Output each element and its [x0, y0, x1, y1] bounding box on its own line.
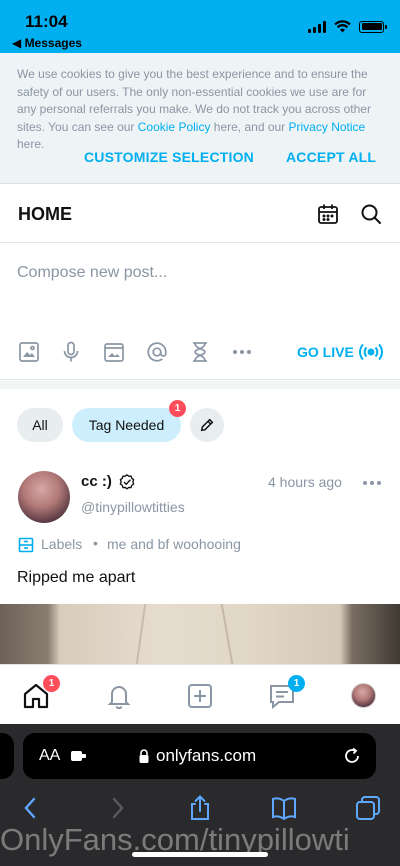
- tabs-icon[interactable]: [354, 794, 382, 822]
- search-icon[interactable]: [359, 202, 383, 226]
- cookie-text: We use cookies to give you the best expe…: [17, 67, 371, 151]
- hourglass-icon[interactable]: [188, 340, 212, 364]
- battery-icon: [359, 20, 387, 33]
- calendar-icon[interactable]: [316, 202, 340, 226]
- filter-chip-tag-needed[interactable]: Tag Needed: [72, 408, 181, 442]
- add-post-icon[interactable]: [185, 681, 215, 711]
- address-bar[interactable]: AA onlyfans.com: [23, 733, 376, 779]
- back-icon[interactable]: [17, 794, 45, 822]
- wifi-icon: [334, 20, 351, 33]
- home-badge: 1: [43, 675, 60, 692]
- customize-selection-button[interactable]: CUSTOMIZE SELECTION: [84, 149, 254, 165]
- accept-all-button[interactable]: ACCEPT ALL: [286, 149, 376, 165]
- vault-icon[interactable]: [102, 340, 126, 364]
- cellular-signal-icon: [308, 20, 326, 33]
- labels-icon: [18, 537, 34, 553]
- home-indicator: [132, 852, 268, 857]
- profile-avatar[interactable]: [351, 683, 376, 708]
- more-horizontal-icon[interactable]: [230, 340, 254, 364]
- live-broadcast-icon[interactable]: [358, 340, 384, 364]
- post-text: Ripped me apart: [17, 569, 136, 586]
- compose-input[interactable]: Compose new post...: [17, 264, 167, 282]
- post-more-icon[interactable]: [362, 477, 382, 489]
- verified-icon: [119, 474, 135, 490]
- forward-icon[interactable]: [103, 794, 131, 822]
- post-labels-title[interactable]: Labels: [41, 536, 82, 552]
- post-media-image[interactable]: [0, 604, 400, 664]
- notifications-icon[interactable]: [104, 681, 134, 711]
- post-author-handle[interactable]: @tinypillowtitties: [81, 499, 185, 515]
- post-author-name[interactable]: cc :): [81, 473, 112, 490]
- post-time: 4 hours ago: [268, 474, 342, 490]
- bookmarks-icon[interactable]: [270, 794, 298, 822]
- status-time: 11:04: [25, 12, 68, 31]
- filter-chip-all[interactable]: All: [17, 408, 63, 442]
- edit-filters-button[interactable]: [190, 408, 224, 442]
- previous-tab-bar[interactable]: [0, 733, 14, 779]
- image-icon[interactable]: [17, 340, 41, 364]
- reload-icon[interactable]: [342, 746, 362, 766]
- mention-icon[interactable]: [145, 340, 169, 364]
- status-bar: 11:04 ◀ Messages: [0, 0, 400, 53]
- post-author-avatar[interactable]: [18, 471, 70, 523]
- microphone-icon[interactable]: [59, 340, 83, 364]
- back-to-messages[interactable]: ◀ Messages: [12, 36, 82, 50]
- reader-aa-button[interactable]: AA: [39, 747, 60, 765]
- go-live-button[interactable]: GO LIVE: [297, 344, 354, 360]
- pencil-icon: [200, 418, 214, 432]
- tag-needed-badge: 1: [169, 400, 186, 417]
- page-title: HOME: [18, 204, 72, 224]
- cookie-banner: We use cookies to give you the best expe…: [0, 53, 400, 184]
- compose-area: Compose new post... GO LIVE: [0, 244, 400, 380]
- page-header: HOME: [0, 185, 400, 243]
- labels-separator: •: [93, 535, 98, 551]
- status-icons: [308, 20, 387, 33]
- privacy-notice-link[interactable]: Privacy Notice: [289, 120, 366, 134]
- post-label-value[interactable]: me and bf woohooing: [107, 536, 241, 552]
- url-text[interactable]: onlyfans.com: [156, 746, 256, 766]
- messages-badge: 1: [288, 675, 305, 692]
- cookie-policy-link[interactable]: Cookie Policy: [138, 120, 211, 134]
- lock-icon: [139, 749, 149, 763]
- extension-icon[interactable]: [70, 749, 88, 763]
- section-divider: [0, 381, 400, 389]
- bottom-nav: 1 1: [0, 664, 400, 724]
- share-icon[interactable]: [186, 794, 214, 822]
